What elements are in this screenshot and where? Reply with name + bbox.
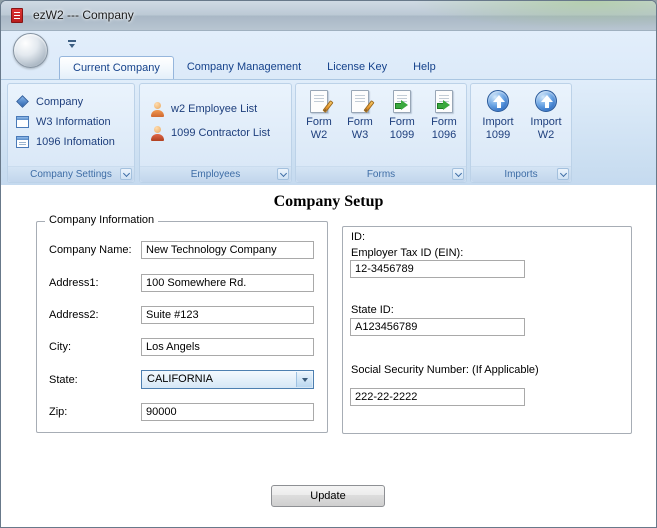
form-w3-icon: [351, 90, 375, 113]
group-forms: Form W2 Form W3 Form 1099 Form 1096 Form…: [295, 83, 467, 183]
ribbon-body: Company W3 Information 1096 Infomation C…: [1, 79, 656, 185]
address1-input[interactable]: [141, 274, 314, 292]
groupbox-legend: Company Information: [45, 214, 159, 226]
app-icon[interactable]: [10, 8, 26, 24]
button-label-line1: Form: [306, 116, 332, 128]
page-title: Company Setup: [273, 193, 384, 210]
aero-glass-glow: [396, 1, 656, 31]
company-information-groupbox: Company Information Company Name: Addres…: [36, 214, 328, 433]
group-employees: w2 Employee List 1099 Contractor List Em…: [139, 83, 292, 183]
ribbon-item-1096-infomation[interactable]: 1096 Infomation: [16, 133, 115, 151]
button-label-line1: Import: [482, 116, 514, 128]
address2-label: Address2:: [49, 309, 99, 321]
import-w2-icon: [535, 90, 557, 112]
city-label: City:: [49, 341, 71, 353]
ribbon: Current Company Company Management Licen…: [1, 31, 656, 185]
company-name-input[interactable]: [141, 241, 314, 259]
ein-label: Employer Tax ID (EIN):: [351, 247, 464, 259]
update-button[interactable]: Update: [271, 485, 385, 507]
window-title: ezW2 --- Company: [33, 8, 134, 22]
group-footer-forms: Forms: [296, 166, 466, 182]
combo-dropdown-arrow-icon[interactable]: [296, 372, 312, 387]
ribbon-button-form-w3[interactable]: Form W3: [341, 86, 379, 166]
ribbon-item-label: Company: [36, 96, 84, 108]
ribbon-item-label: w2 Employee List: [171, 103, 258, 115]
button-label-line1: Import: [530, 116, 562, 128]
ribbon-item-w3-information[interactable]: W3 Information: [16, 113, 111, 131]
tab-current-company[interactable]: Current Company: [59, 56, 174, 79]
state-label: State:: [49, 374, 78, 386]
button-label-line2: 1099: [389, 129, 415, 141]
state-id-input[interactable]: [350, 318, 525, 336]
state-selected-value: CALIFORNIA: [147, 373, 214, 385]
state-id-label: State ID:: [351, 304, 394, 316]
tab-help[interactable]: Help: [400, 56, 449, 79]
id-groupbox: ID: Employer Tax ID (EIN): State ID: Soc…: [342, 226, 632, 434]
titlebar[interactable]: ezW2 --- Company: [1, 1, 656, 31]
ribbon-item-1099-contractor-list[interactable]: 1099 Contractor List: [150, 124, 270, 142]
city-input[interactable]: [141, 338, 314, 356]
employee-person-icon: [150, 101, 165, 117]
import-1099-icon: [487, 90, 509, 112]
dialog-launcher-icon[interactable]: [452, 168, 464, 180]
app-window: ezW2 --- Company Current Company Company…: [0, 0, 657, 528]
ribbon-button-form-1096[interactable]: Form 1096: [424, 86, 464, 166]
ribbon-item-w2-employee-list[interactable]: w2 Employee List: [150, 100, 257, 118]
ribbon-item-label: W3 Information: [36, 116, 111, 128]
ein-input[interactable]: [350, 260, 525, 278]
ribbon-button-import-1099[interactable]: Import 1099: [476, 86, 520, 166]
dialog-launcher-icon[interactable]: [277, 168, 289, 180]
contractor-person-icon: [150, 125, 165, 141]
group-label: Imports: [504, 169, 538, 180]
group-label: Forms: [366, 169, 396, 180]
ribbon-tabs: Current Company Company Management Licen…: [59, 56, 449, 79]
company-icon: [16, 95, 30, 109]
company-name-label: Company Name:: [49, 244, 132, 256]
tab-license-key[interactable]: License Key: [314, 56, 400, 79]
button-label-line2: 1099: [485, 129, 511, 141]
address2-input[interactable]: [141, 306, 314, 324]
ribbon-item-label: 1099 Contractor List: [171, 127, 271, 139]
form-w2-icon: [310, 90, 334, 113]
id-heading: ID:: [351, 231, 366, 243]
tab-company-management[interactable]: Company Management: [174, 56, 314, 79]
chevron-down-icon: [68, 44, 75, 48]
group-imports: Import 1099 Import W2 Imports: [470, 83, 572, 183]
group-footer-company-settings: Company Settings: [8, 166, 134, 182]
group-label: Employees: [190, 169, 241, 180]
red-form-icon: [11, 8, 23, 23]
zip-label: Zip:: [49, 406, 68, 418]
qat-bar-icon: [67, 40, 76, 42]
state-select[interactable]: CALIFORNIA: [141, 370, 314, 389]
address1-label: Address1:: [49, 277, 99, 289]
form-1099-icon: [393, 90, 411, 113]
company-setup-panel: Company Setup Company Information Compan…: [1, 185, 656, 527]
group-label: Company Settings: [30, 169, 112, 180]
group-footer-imports: Imports: [471, 166, 571, 182]
button-label-line2: W3: [351, 129, 369, 141]
button-label-line1: Form: [389, 116, 415, 128]
button-label-line2: 1096: [431, 129, 457, 141]
ssn-label: Social Security Number: (If Applicable): [351, 364, 539, 376]
button-label-line2: W2: [537, 129, 555, 141]
ribbon-button-form-w2[interactable]: Form W2: [300, 86, 338, 166]
application-menu-button[interactable]: [13, 33, 48, 68]
dialog-launcher-icon[interactable]: [120, 168, 132, 180]
group-company-settings: Company W3 Information 1096 Infomation C…: [7, 83, 135, 183]
w3-form-icon: [16, 115, 30, 129]
ribbon-button-import-w2[interactable]: Import W2: [524, 86, 568, 166]
ribbon-item-company[interactable]: Company: [16, 93, 83, 111]
group-footer-employees: Employees: [140, 166, 291, 182]
1096-form-icon: [16, 135, 30, 149]
button-label-line2: W2: [310, 129, 328, 141]
ssn-input[interactable]: [350, 388, 525, 406]
button-label-line1: Form: [347, 116, 373, 128]
ribbon-button-form-1099[interactable]: Form 1099: [382, 86, 422, 166]
zip-input[interactable]: [141, 403, 314, 421]
ribbon-item-label: 1096 Infomation: [36, 136, 115, 148]
quick-access-customize-button[interactable]: [64, 38, 79, 54]
dialog-launcher-icon[interactable]: [557, 168, 569, 180]
button-label-line1: Form: [431, 116, 457, 128]
form-1096-icon: [435, 90, 453, 113]
